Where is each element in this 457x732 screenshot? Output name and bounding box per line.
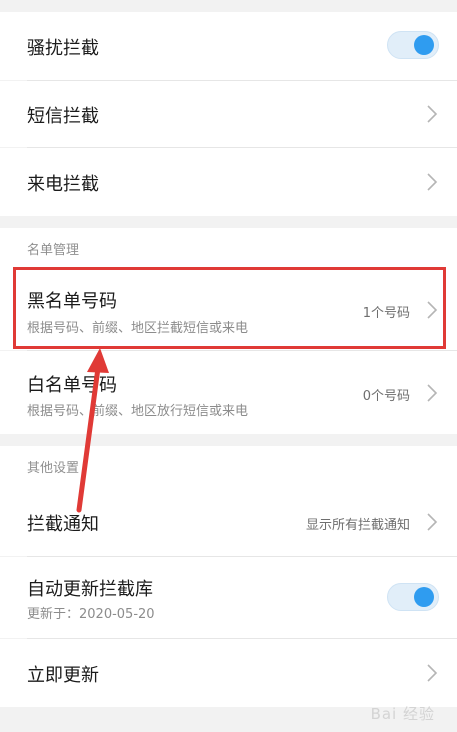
toggle-knob [414,35,434,55]
chevron-right-icon [427,513,438,531]
update-now-row[interactable]: 立即更新 [0,639,457,707]
intercept-notify-row[interactable]: 拦截通知 显示所有拦截通知 [0,486,457,556]
intercept-notify-title: 拦截通知 [27,514,99,535]
other-settings-header: 其他设置 [27,461,80,476]
blacklist-title: 黑名单号码 [27,291,117,312]
auto-update-row[interactable]: 自动更新拦截库 更新于：2020-05-20 [0,557,457,638]
whitelist-count: 0个号码 [362,389,410,404]
section-gap [0,434,457,446]
blacklist-row[interactable]: 黑名单号码 根据号码、前缀、地区拦截短信或来电 1个号码 [0,270,457,350]
call-intercept-label: 来电拦截 [27,174,99,195]
top-gap [0,0,457,12]
blacklist-count: 1个号码 [362,306,410,321]
other-settings-header-row: 其他设置 [0,446,457,486]
sms-intercept-label: 短信拦截 [27,106,99,127]
harass-intercept-label: 骚扰拦截 [27,38,99,59]
toggle-knob [414,587,434,607]
list-management-header-row: 名单管理 [0,228,457,270]
chevron-right-icon [427,384,438,402]
whitelist-row[interactable]: 白名单号码 根据号码、前缀、地区放行短信或来电 0个号码 [0,351,457,434]
chevron-right-icon [427,301,438,319]
chevron-right-icon [427,664,438,682]
chevron-right-icon [427,105,438,123]
auto-update-title: 自动更新拦截库 [27,579,153,600]
call-intercept-row[interactable]: 来电拦截 [0,148,457,216]
auto-update-subtitle: 更新于：2020-05-20 [27,607,155,622]
list-management-header: 名单管理 [27,243,80,258]
watermark: Bai 经验 [370,705,435,723]
harass-intercept-row[interactable]: 骚扰拦截 [0,12,457,80]
intercept-notify-value: 显示所有拦截通知 [305,518,410,533]
harass-intercept-toggle[interactable] [387,31,439,59]
blacklist-subtitle: 根据号码、前缀、地区拦截短信或来电 [27,321,249,336]
sms-intercept-row[interactable]: 短信拦截 [0,81,457,147]
whitelist-subtitle: 根据号码、前缀、地区放行短信或来电 [27,404,249,419]
section-gap [0,216,457,228]
whitelist-title: 白名单号码 [27,375,117,396]
update-now-title: 立即更新 [27,665,99,686]
auto-update-toggle[interactable] [387,583,439,611]
chevron-right-icon [427,173,438,191]
